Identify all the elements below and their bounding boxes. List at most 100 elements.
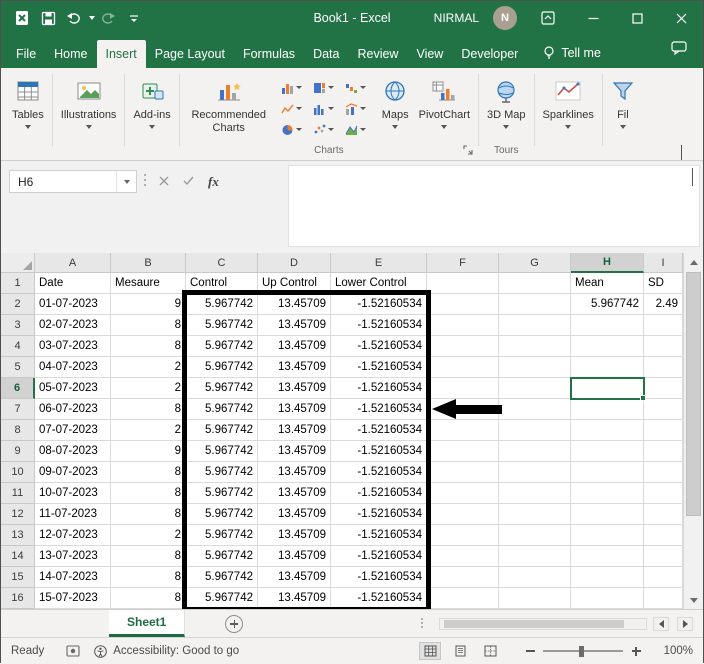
filters-button[interactable]: Fil [606, 71, 640, 129]
cell-E7[interactable]: -1.52160534 [331, 399, 427, 420]
cell-B15[interactable]: 8 [111, 567, 186, 588]
horizontal-scroll-thumb[interactable] [444, 620, 624, 628]
cell-F12[interactable] [427, 504, 499, 525]
cell-D6[interactable]: 13.45709 [258, 378, 331, 399]
user-avatar[interactable]: N [493, 6, 517, 30]
cell-F7[interactable] [427, 399, 499, 420]
row-header-8[interactable]: 8 [1, 420, 35, 441]
cell-G8[interactable] [499, 420, 571, 441]
waterfall-chart-button[interactable] [343, 77, 375, 98]
cell-E2[interactable]: -1.52160534 [331, 294, 427, 315]
cell-H15[interactable] [571, 567, 644, 588]
maps-button[interactable]: Maps [377, 71, 414, 129]
cell-D2[interactable]: 13.45709 [258, 294, 331, 315]
cell-A8[interactable]: 07-07-2023 [35, 420, 111, 441]
cell-A5[interactable]: 04-07-2023 [35, 357, 111, 378]
zoom-level[interactable]: 100% [653, 645, 693, 657]
cell-H4[interactable] [571, 336, 644, 357]
cell-E1[interactable]: Lower Control [331, 273, 427, 294]
cell-F5[interactable] [427, 357, 499, 378]
illustrations-button[interactable]: Illustrations [56, 71, 122, 129]
cell-D14[interactable]: 13.45709 [258, 546, 331, 567]
cell-B11[interactable]: 8 [111, 483, 186, 504]
sparklines-button[interactable]: Sparklines [538, 71, 599, 129]
cell-A2[interactable]: 01-07-2023 [35, 294, 111, 315]
cell-I10[interactable] [644, 462, 683, 483]
cell-D7[interactable]: 13.45709 [258, 399, 331, 420]
cell-A10[interactable]: 09-07-2023 [35, 462, 111, 483]
cell-E5[interactable]: -1.52160534 [331, 357, 427, 378]
zoom-slider[interactable] [543, 645, 623, 657]
cell-D9[interactable]: 13.45709 [258, 441, 331, 462]
cell-E11[interactable]: -1.52160534 [331, 483, 427, 504]
cell-B3[interactable]: 8 [111, 315, 186, 336]
cell-F14[interactable] [427, 546, 499, 567]
cell-A12[interactable]: 11-07-2023 [35, 504, 111, 525]
tab-insert[interactable]: Insert [96, 40, 146, 68]
cell-G4[interactable] [499, 336, 571, 357]
cell-D5[interactable]: 13.45709 [258, 357, 331, 378]
column-header-G[interactable]: G [499, 253, 571, 273]
cell-E3[interactable]: -1.52160534 [331, 315, 427, 336]
page-break-view-icon[interactable] [479, 642, 501, 660]
column-header-B[interactable]: B [111, 253, 186, 273]
save-icon[interactable] [35, 5, 61, 31]
cell-H11[interactable] [571, 483, 644, 504]
row-header-1[interactable]: 1 [1, 273, 35, 294]
cell-I12[interactable] [644, 504, 683, 525]
column-header-A[interactable]: A [35, 253, 111, 273]
cell-F6[interactable] [427, 378, 499, 399]
row-header-10[interactable]: 10 [1, 462, 35, 483]
cell-C1[interactable]: Control [186, 273, 258, 294]
cell-D15[interactable]: 13.45709 [258, 567, 331, 588]
cell-I9[interactable] [644, 441, 683, 462]
cell-H12[interactable] [571, 504, 644, 525]
cell-D8[interactable]: 13.45709 [258, 420, 331, 441]
row-header-12[interactable]: 12 [1, 504, 35, 525]
cancel-entry-icon[interactable] [159, 173, 169, 191]
cell-C14[interactable]: 5.967742 [186, 546, 258, 567]
row-header-2[interactable]: 2 [1, 294, 35, 315]
tab-home[interactable]: Home [45, 40, 96, 68]
user-name[interactable]: NIRMAL [434, 11, 479, 25]
tab-page-layout[interactable]: Page Layout [146, 40, 234, 68]
name-box-caret-icon[interactable] [116, 171, 136, 192]
enter-entry-icon[interactable] [183, 173, 194, 191]
name-box[interactable]: H6 [9, 170, 137, 193]
cell-C2[interactable]: 5.967742 [186, 294, 258, 315]
scroll-right-icon[interactable] [677, 617, 693, 631]
cell-E8[interactable]: -1.52160534 [331, 420, 427, 441]
charts-dialog-launcher-icon[interactable] [463, 145, 473, 158]
cell-I5[interactable] [644, 357, 683, 378]
cell-E13[interactable]: -1.52160534 [331, 525, 427, 546]
cell-C7[interactable]: 5.967742 [186, 399, 258, 420]
scroll-left-icon[interactable] [653, 617, 669, 631]
cell-C16[interactable]: 5.967742 [186, 588, 258, 609]
cell-H3[interactable] [571, 315, 644, 336]
fill-handle[interactable] [640, 395, 646, 401]
cell-D3[interactable]: 13.45709 [258, 315, 331, 336]
cell-E6[interactable]: -1.52160534 [331, 378, 427, 399]
cell-E14[interactable]: -1.52160534 [331, 546, 427, 567]
page-layout-view-icon[interactable] [449, 642, 471, 660]
cell-D1[interactable]: Up Control [258, 273, 331, 294]
cell-B12[interactable]: 8 [111, 504, 186, 525]
column-chart-button[interactable] [279, 77, 311, 98]
cell-G7[interactable] [499, 399, 571, 420]
cell-B1[interactable]: Mesaure [111, 273, 186, 294]
cell-B8[interactable]: 2 [111, 420, 186, 441]
cell-A6[interactable]: 05-07-2023 [35, 378, 111, 399]
tell-me[interactable]: Tell me [543, 46, 601, 68]
column-header-H[interactable]: H [571, 253, 644, 273]
cell-D11[interactable]: 13.45709 [258, 483, 331, 504]
cell-H9[interactable] [571, 441, 644, 462]
cell-C6[interactable]: 5.967742 [186, 378, 258, 399]
horizontal-scrollbar[interactable] [439, 618, 647, 630]
cell-B6[interactable]: 2 [111, 378, 186, 399]
hierarchy-chart-button[interactable] [311, 77, 343, 98]
cell-I14[interactable] [644, 546, 683, 567]
comments-icon[interactable] [671, 41, 687, 68]
cell-G16[interactable] [499, 588, 571, 609]
cell-A3[interactable]: 02-07-2023 [35, 315, 111, 336]
cell-C3[interactable]: 5.967742 [186, 315, 258, 336]
